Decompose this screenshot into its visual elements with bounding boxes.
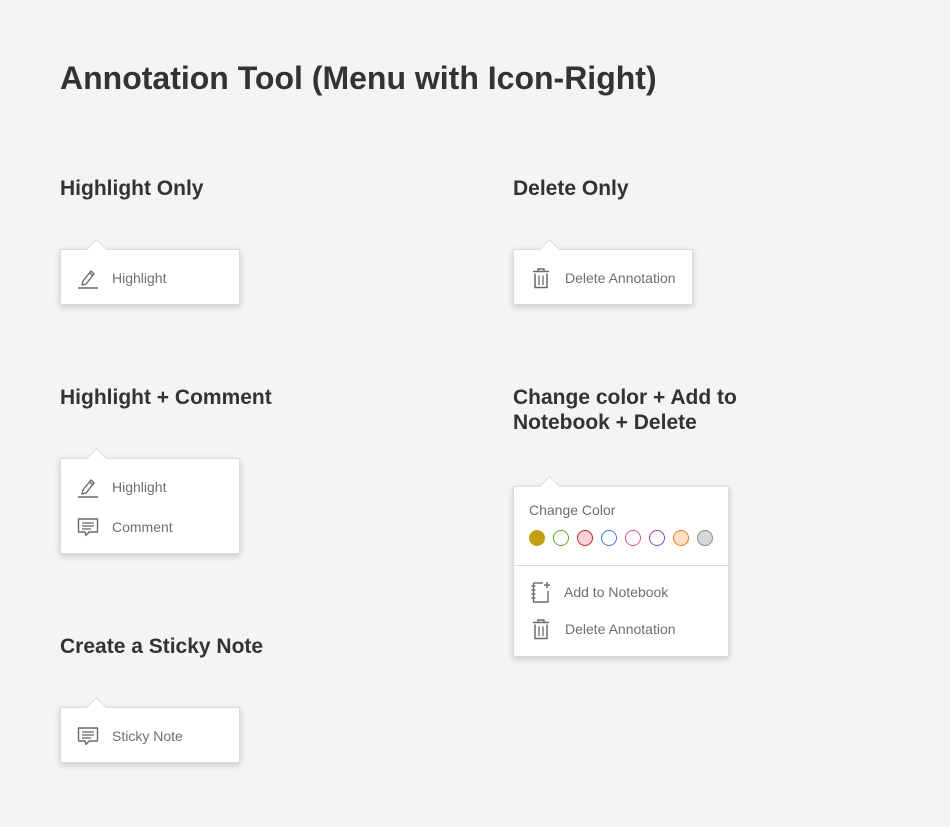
menu-caret: [538, 475, 561, 498]
page-title: Annotation Tool (Menu with Icon-Right): [60, 60, 657, 96]
notebook-add-icon: [529, 580, 553, 604]
menu-caret: [85, 238, 108, 261]
pencil-highlight-icon: [76, 266, 100, 290]
highlight-menu-item[interactable]: Highlight: [61, 261, 239, 295]
section-title-color-notebook-delete: Change color + Add to Notebook + Delete: [513, 385, 737, 435]
menu-caret: [538, 238, 561, 261]
delete-annotation-label: Delete Annotation: [565, 270, 676, 286]
add-to-notebook-menu-item[interactable]: Add to Notebook: [514, 575, 728, 609]
section-title-line-1: Change color + Add to: [513, 386, 737, 409]
menu-caret: [85, 696, 108, 719]
color-swatch-gray[interactable]: [697, 530, 713, 546]
sticky-note-menu-item[interactable]: Sticky Note: [61, 719, 239, 753]
sticky-note-label: Sticky Note: [112, 728, 183, 744]
section-title-highlight-comment: Highlight + Comment: [60, 386, 272, 409]
trash-icon: [529, 617, 553, 641]
color-swatch-yellow[interactable]: [529, 530, 545, 546]
color-notebook-delete-menu: Change Color Add to Notebook Delete Anno…: [513, 475, 729, 657]
highlight-only-menu: Highlight: [60, 238, 240, 305]
add-to-notebook-label: Add to Notebook: [564, 584, 669, 600]
pencil-highlight-icon: [76, 475, 100, 499]
menu-divider: [514, 565, 728, 566]
highlight-menu-item[interactable]: Highlight: [61, 470, 239, 504]
comment-icon: [76, 515, 100, 539]
delete-annotation-menu-item[interactable]: Delete Annotation: [514, 261, 692, 295]
delete-only-menu: Delete Annotation: [513, 238, 693, 305]
sticky-note-icon: [76, 724, 100, 748]
color-swatch-red[interactable]: [577, 530, 593, 546]
sticky-note-menu: Sticky Note: [60, 696, 240, 763]
change-color-label: Change Color: [529, 502, 616, 518]
highlight-label: Highlight: [112, 270, 167, 286]
section-title-delete-only: Delete Only: [513, 177, 629, 200]
color-swatch-blue[interactable]: [601, 530, 617, 546]
trash-icon: [529, 266, 553, 290]
highlight-label: Highlight: [112, 479, 167, 495]
section-title-line-2: Notebook + Delete: [513, 411, 697, 434]
comment-menu-item[interactable]: Comment: [61, 510, 239, 544]
section-title-sticky-note: Create a Sticky Note: [60, 635, 264, 658]
color-swatch-purple[interactable]: [649, 530, 665, 546]
color-swatch-pink[interactable]: [625, 530, 641, 546]
comment-label: Comment: [112, 519, 173, 535]
delete-annotation-menu-item[interactable]: Delete Annotation: [514, 612, 728, 646]
color-swatch-orange[interactable]: [673, 530, 689, 546]
section-title-highlight-only: Highlight Only: [60, 177, 204, 200]
menu-caret: [85, 447, 108, 470]
highlight-comment-menu: Highlight Comment: [60, 447, 240, 554]
color-swatch-green[interactable]: [553, 530, 569, 546]
delete-annotation-label: Delete Annotation: [565, 621, 676, 637]
